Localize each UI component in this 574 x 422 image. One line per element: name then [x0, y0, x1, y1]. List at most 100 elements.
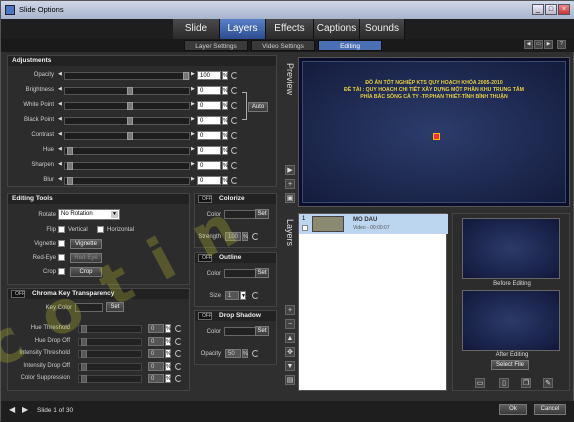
move-up-icon[interactable]: ▲ — [285, 333, 295, 343]
colorize-set-button[interactable]: Set — [255, 209, 269, 219]
adjustment-slider[interactable] — [64, 147, 190, 155]
reset-icon[interactable] — [231, 132, 238, 139]
slider-thumb[interactable] — [127, 117, 133, 125]
subtab-video-settings[interactable]: Video Settings — [251, 40, 315, 51]
adjustment-slider[interactable] — [64, 162, 190, 170]
outline-size-dropdown[interactable]: ▼ — [240, 291, 246, 300]
preview-area[interactable]: ĐỒ ÁN TỐT NGHIỆP KTS QUY HOẠCH KHÓA 2005… — [298, 57, 570, 207]
adjustment-value[interactable]: 0 — [197, 101, 221, 110]
reset-icon[interactable] — [231, 147, 238, 154]
slider-right-icon[interactable]: ▶ — [191, 101, 195, 107]
adjustment-slider[interactable] — [64, 132, 190, 140]
chroma-value[interactable]: 0 — [148, 361, 164, 371]
help-icon[interactable]: ? — [557, 40, 566, 49]
reset-icon[interactable] — [252, 292, 259, 299]
chroma-value[interactable]: 0 — [148, 324, 164, 333]
remove-layer-icon[interactable]: − — [285, 319, 295, 329]
outline-set-button[interactable]: Set — [255, 268, 269, 278]
subtab-editing[interactable]: Editing — [318, 40, 382, 51]
chroma-value[interactable]: 0 — [148, 336, 164, 346]
reset-icon[interactable] — [175, 362, 182, 370]
zoom-in-icon[interactable]: + — [285, 179, 295, 189]
slider-left-icon[interactable]: ◀ — [58, 71, 62, 77]
flip-horizontal-checkbox[interactable] — [97, 226, 104, 233]
prev-layer-icon[interactable]: ◀ — [524, 40, 533, 49]
adjustment-slider[interactable] — [64, 102, 190, 110]
play-icon[interactable]: ▶ — [285, 165, 295, 175]
next-layer-icon[interactable]: ▶ — [544, 40, 553, 49]
tab-effects[interactable]: Effects — [266, 19, 314, 39]
vignette-button[interactable]: Vignette — [70, 239, 102, 249]
close-button[interactable]: × — [558, 4, 570, 15]
slider-thumb[interactable] — [67, 177, 73, 185]
crop-button[interactable]: Crop — [70, 267, 102, 277]
outline-color-swatch[interactable] — [224, 269, 256, 278]
drop-shadow-toggle[interactable]: OFF — [198, 312, 212, 320]
layer-settings-icon[interactable]: ▤ — [285, 375, 295, 385]
adjustment-value[interactable]: 0 — [197, 161, 221, 170]
preview-tab-label[interactable]: Preview — [285, 59, 295, 99]
adjustment-value[interactable]: 0 — [197, 86, 221, 95]
slider-right-icon[interactable]: ▶ — [191, 176, 195, 182]
outline-size-value[interactable]: 1 — [225, 291, 239, 300]
prev-slide-icon[interactable]: ◀ — [9, 405, 15, 414]
layers-tab-label[interactable]: Layers — [285, 215, 295, 251]
edit-icon[interactable]: ✎ — [543, 378, 553, 388]
reset-icon[interactable] — [231, 177, 238, 184]
minimize-button[interactable]: _ — [532, 4, 544, 15]
slider-thumb[interactable] — [81, 350, 87, 358]
zoom-fit-icon[interactable]: ▣ — [285, 193, 295, 203]
drop-shadow-color-swatch[interactable] — [224, 327, 256, 336]
tab-slide[interactable]: Slide — [173, 19, 220, 39]
layer-row[interactable]: 1 MO DAU Video - 00:00:07 — [299, 214, 448, 234]
crop-checkbox[interactable] — [58, 268, 65, 275]
slider-thumb[interactable] — [81, 375, 87, 383]
reset-icon[interactable] — [175, 337, 182, 345]
reset-icon[interactable] — [175, 325, 182, 332]
reset-icon[interactable] — [175, 350, 182, 357]
add-layer-icon[interactable]: + — [285, 305, 295, 315]
slider-right-icon[interactable]: ▶ — [191, 131, 195, 137]
auto-button[interactable]: Auto — [248, 102, 268, 112]
slider-left-icon[interactable]: ◀ — [58, 146, 62, 152]
slider-left-icon[interactable]: ◀ — [58, 176, 62, 182]
colorize-strength-value[interactable]: 100 — [225, 232, 241, 241]
adjustment-slider[interactable] — [64, 117, 190, 125]
chroma-slider[interactable] — [78, 325, 142, 333]
chroma-slider[interactable] — [78, 362, 142, 371]
next-slide-icon[interactable]: ▶ — [22, 405, 28, 414]
new-file-icon[interactable]: ▯ — [499, 378, 509, 388]
slider-right-icon[interactable]: ▶ — [191, 146, 195, 152]
redeye-button[interactable]: Red-Eye — [70, 253, 102, 263]
key-color-set-button[interactable]: Set — [106, 302, 124, 312]
slider-right-icon[interactable]: ▶ — [191, 86, 195, 92]
slider-right-icon[interactable]: ▶ — [191, 116, 195, 122]
slider-right-icon[interactable]: ▶ — [191, 161, 195, 167]
slider-thumb[interactable] — [81, 337, 87, 346]
tab-sounds[interactable]: Sounds — [360, 19, 405, 39]
slider-left-icon[interactable]: ◀ — [58, 86, 62, 92]
chroma-key-toggle[interactable]: OFF — [11, 290, 25, 298]
flip-vertical-checkbox[interactable] — [58, 226, 65, 233]
slider-left-icon[interactable]: ◀ — [58, 101, 62, 107]
slider-thumb[interactable] — [183, 72, 189, 80]
slider-thumb[interactable] — [81, 362, 87, 371]
chroma-slider[interactable] — [78, 337, 142, 346]
slider-left-icon[interactable]: ◀ — [58, 116, 62, 122]
adjustment-slider[interactable] — [64, 177, 190, 185]
slider-thumb[interactable] — [127, 102, 133, 110]
layer-window-icon[interactable]: ▭ — [534, 40, 543, 49]
chroma-slider[interactable] — [78, 350, 142, 358]
reset-icon[interactable] — [231, 117, 238, 124]
subtab-layer-settings[interactable]: Layer Settings — [184, 40, 248, 51]
reset-icon[interactable] — [252, 350, 259, 357]
tab-layers[interactable]: Layers — [220, 19, 266, 39]
adjustment-value[interactable]: 0 — [197, 176, 221, 185]
reset-icon[interactable] — [252, 233, 259, 240]
slider-left-icon[interactable]: ◀ — [58, 161, 62, 167]
drop-shadow-set-button[interactable]: Set — [255, 326, 269, 336]
slider-thumb[interactable] — [81, 325, 87, 333]
rotate-select[interactable]: No Rotation ▼ — [58, 209, 120, 220]
move-down-icon[interactable]: ▼ — [285, 361, 295, 371]
chroma-slider[interactable] — [78, 375, 142, 383]
